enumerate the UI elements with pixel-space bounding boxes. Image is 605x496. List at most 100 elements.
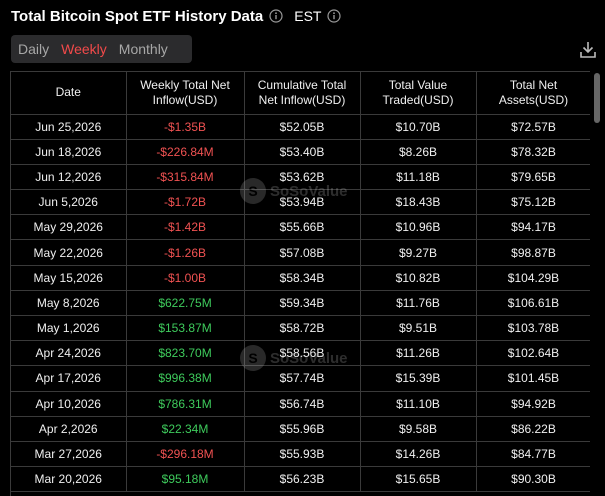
table-scrollbar[interactable]	[594, 73, 600, 123]
table-row[interactable]: May 15,2026 -$1.00B $58.34B $10.82B $104.29B	[11, 265, 590, 291]
cell-total-net-assets: $84.77B	[476, 441, 590, 468]
cell-total-net-assets: $102.64B	[476, 340, 590, 367]
cell-total-value-traded: $11.76B	[360, 290, 477, 317]
table-row[interactable]: May 1,2026 $153.87M $58.72B $9.51B $103.78B	[11, 315, 590, 342]
cell-total-net-assets: $94.17B	[476, 214, 590, 241]
cell-date: Jun 25,2026	[11, 114, 127, 140]
cell-total-net-assets: $90.30B	[476, 466, 590, 493]
table-row[interactable]: Apr 24,2026 $823.70M $58.56B $11.26B $102.64…	[11, 340, 590, 367]
cell-date: May 22,2026	[11, 239, 127, 266]
cell-date: Mar 20,2026	[11, 466, 127, 493]
cell-total-net-assets: $72.57B	[476, 114, 590, 140]
table-row[interactable]: Jun 25,2026 -$1.35B $52.05B $10.70B $72.57B	[11, 114, 590, 140]
cell-weekly-net-inflow: $95.18M	[126, 466, 245, 493]
cell-total-value-traded: $18.43B	[360, 189, 477, 216]
cell-weekly-net-inflow: -$315.84M	[126, 164, 245, 191]
cell-weekly-net-inflow: $153.87M	[126, 315, 245, 342]
cell-date: Apr 24,2026	[11, 340, 127, 367]
cell-weekly-net-inflow: -$1.72B	[126, 189, 245, 216]
table-row[interactable]: May 8,2026 $622.75M $59.34B $11.76B $106.61B	[11, 290, 590, 317]
column-header-total-net-assets[interactable]: Total Net Assets(USD)	[476, 72, 590, 115]
cell-cumulative-net-inflow: $52.05B	[244, 114, 361, 140]
cell-total-net-assets: $106.61B	[476, 290, 590, 317]
table-row[interactable]: May 22,2026 -$1.26B $57.08B $9.27B $98.87B	[11, 239, 590, 266]
period-tabs: Daily Weekly Monthly	[11, 35, 192, 63]
column-header-weekly-net-inflow[interactable]: Weekly Total Net Inflow(USD)	[126, 72, 245, 115]
cell-date: Apr 10,2026	[11, 391, 127, 417]
cell-total-value-traded: $9.27B	[360, 239, 477, 266]
table-row[interactable]: Mar 27,2026 -$296.18M $55.93B $14.26B $84.77…	[11, 441, 590, 468]
table-row[interactable]: Jun 5,2026 -$1.72B $53.94B $18.43B $75.12B	[11, 189, 590, 216]
download-icon[interactable]	[580, 41, 596, 59]
cell-cumulative-net-inflow: $58.56B	[244, 340, 361, 367]
cell-cumulative-net-inflow: $58.34B	[244, 265, 361, 291]
cell-cumulative-net-inflow: $55.96B	[244, 416, 361, 442]
cell-weekly-net-inflow: $622.75M	[126, 290, 245, 317]
cell-weekly-net-inflow: $823.70M	[126, 340, 245, 367]
table-row[interactable]: Jun 12,2026 -$315.84M $53.62B $11.18B $79.65…	[11, 164, 590, 191]
cell-weekly-net-inflow: -$1.26B	[126, 239, 245, 266]
cell-total-net-assets: $94.92B	[476, 391, 590, 417]
cell-total-net-assets: $78.32B	[476, 139, 590, 165]
cell-cumulative-net-inflow: $57.74B	[244, 365, 361, 392]
cell-date: Jun 5,2026	[11, 189, 127, 216]
cell-date: Apr 2,2026	[11, 416, 127, 442]
cell-weekly-net-inflow: -$1.42B	[126, 214, 245, 241]
table-header-row: Date Weekly Total Net Inflow(USD) Cumula…	[11, 72, 590, 115]
cell-total-value-traded: $14.26B	[360, 441, 477, 468]
cell-total-net-assets: $79.65B	[476, 164, 590, 191]
cell-date: Jun 12,2026	[11, 164, 127, 191]
cell-total-net-assets: $104.29B	[476, 265, 590, 291]
cell-date: May 8,2026	[11, 290, 127, 317]
cell-date: Mar 27,2026	[11, 441, 127, 468]
column-header-cumulative-net-inflow[interactable]: Cumulative Total Net Inflow(USD)	[244, 72, 361, 115]
cell-total-value-traded: $10.82B	[360, 265, 477, 291]
cell-cumulative-net-inflow: $55.66B	[244, 214, 361, 241]
header: Total Bitcoin Spot ETF History Data EST	[11, 5, 342, 27]
cell-date: Jun 18,2026	[11, 139, 127, 165]
cell-date: May 29,2026	[11, 214, 127, 241]
cell-cumulative-net-inflow: $58.72B	[244, 315, 361, 342]
cell-cumulative-net-inflow: $53.40B	[244, 139, 361, 165]
column-header-date[interactable]: Date	[11, 72, 127, 115]
cell-cumulative-net-inflow: $53.94B	[244, 189, 361, 216]
cell-cumulative-net-inflow: $57.08B	[244, 239, 361, 266]
cell-total-net-assets: $75.12B	[476, 189, 590, 216]
cell-total-net-assets: $98.87B	[476, 239, 590, 266]
tab-monthly[interactable]: Monthly	[116, 41, 171, 57]
cell-weekly-net-inflow: -$1.35B	[126, 114, 245, 140]
cell-cumulative-net-inflow: $59.34B	[244, 290, 361, 317]
cell-total-value-traded: $9.51B	[360, 315, 477, 342]
cell-total-value-traded: $15.65B	[360, 466, 477, 493]
cell-total-value-traded: $11.18B	[360, 164, 477, 191]
table-row[interactable]: Apr 10,2026 $786.31M $56.74B $11.10B $94.92B	[11, 391, 590, 417]
table-row[interactable]: Apr 17,2026 $996.38M $57.74B $15.39B $101.45…	[11, 365, 590, 392]
cell-total-net-assets: $103.78B	[476, 315, 590, 342]
cell-weekly-net-inflow: $786.31M	[126, 391, 245, 417]
cell-total-net-assets: $86.22B	[476, 416, 590, 442]
cell-date: May 1,2026	[11, 315, 127, 342]
tab-daily[interactable]: Daily	[15, 41, 52, 57]
cell-weekly-net-inflow: $996.38M	[126, 365, 245, 392]
table-row[interactable]: Jun 18,2026 -$226.84M $53.40B $8.26B $78.32B	[11, 139, 590, 165]
cell-date: May 15,2026	[11, 265, 127, 291]
cell-cumulative-net-inflow: $56.74B	[244, 391, 361, 417]
info-icon[interactable]	[269, 9, 283, 23]
cell-cumulative-net-inflow: $56.23B	[244, 466, 361, 493]
cell-total-value-traded: $11.10B	[360, 391, 477, 417]
column-header-total-value-traded[interactable]: Total Value Traded(USD)	[360, 72, 477, 115]
page-title: Total Bitcoin Spot ETF History Data	[11, 7, 264, 25]
cell-cumulative-net-inflow: $53.62B	[244, 164, 361, 191]
timezone-label: EST	[294, 8, 322, 24]
cell-cumulative-net-inflow: $55.93B	[244, 441, 361, 468]
cell-weekly-net-inflow: $22.34M	[126, 416, 245, 442]
cell-weekly-net-inflow: -$226.84M	[126, 139, 245, 165]
tab-weekly[interactable]: Weekly	[58, 41, 110, 57]
cell-weekly-net-inflow: -$296.18M	[126, 441, 245, 468]
table-row[interactable]: Mar 20,2026 $95.18M $56.23B $15.65B $90.30B	[11, 466, 590, 493]
table-row[interactable]: May 29,2026 -$1.42B $55.66B $10.96B $94.17B	[11, 214, 590, 241]
cell-weekly-net-inflow: -$1.00B	[126, 265, 245, 291]
table-row[interactable]: Apr 2,2026 $22.34M $55.96B $9.58B $86.22B	[11, 416, 590, 442]
timezone-info-icon[interactable]	[327, 9, 342, 23]
cell-date: Apr 17,2026	[11, 365, 127, 392]
